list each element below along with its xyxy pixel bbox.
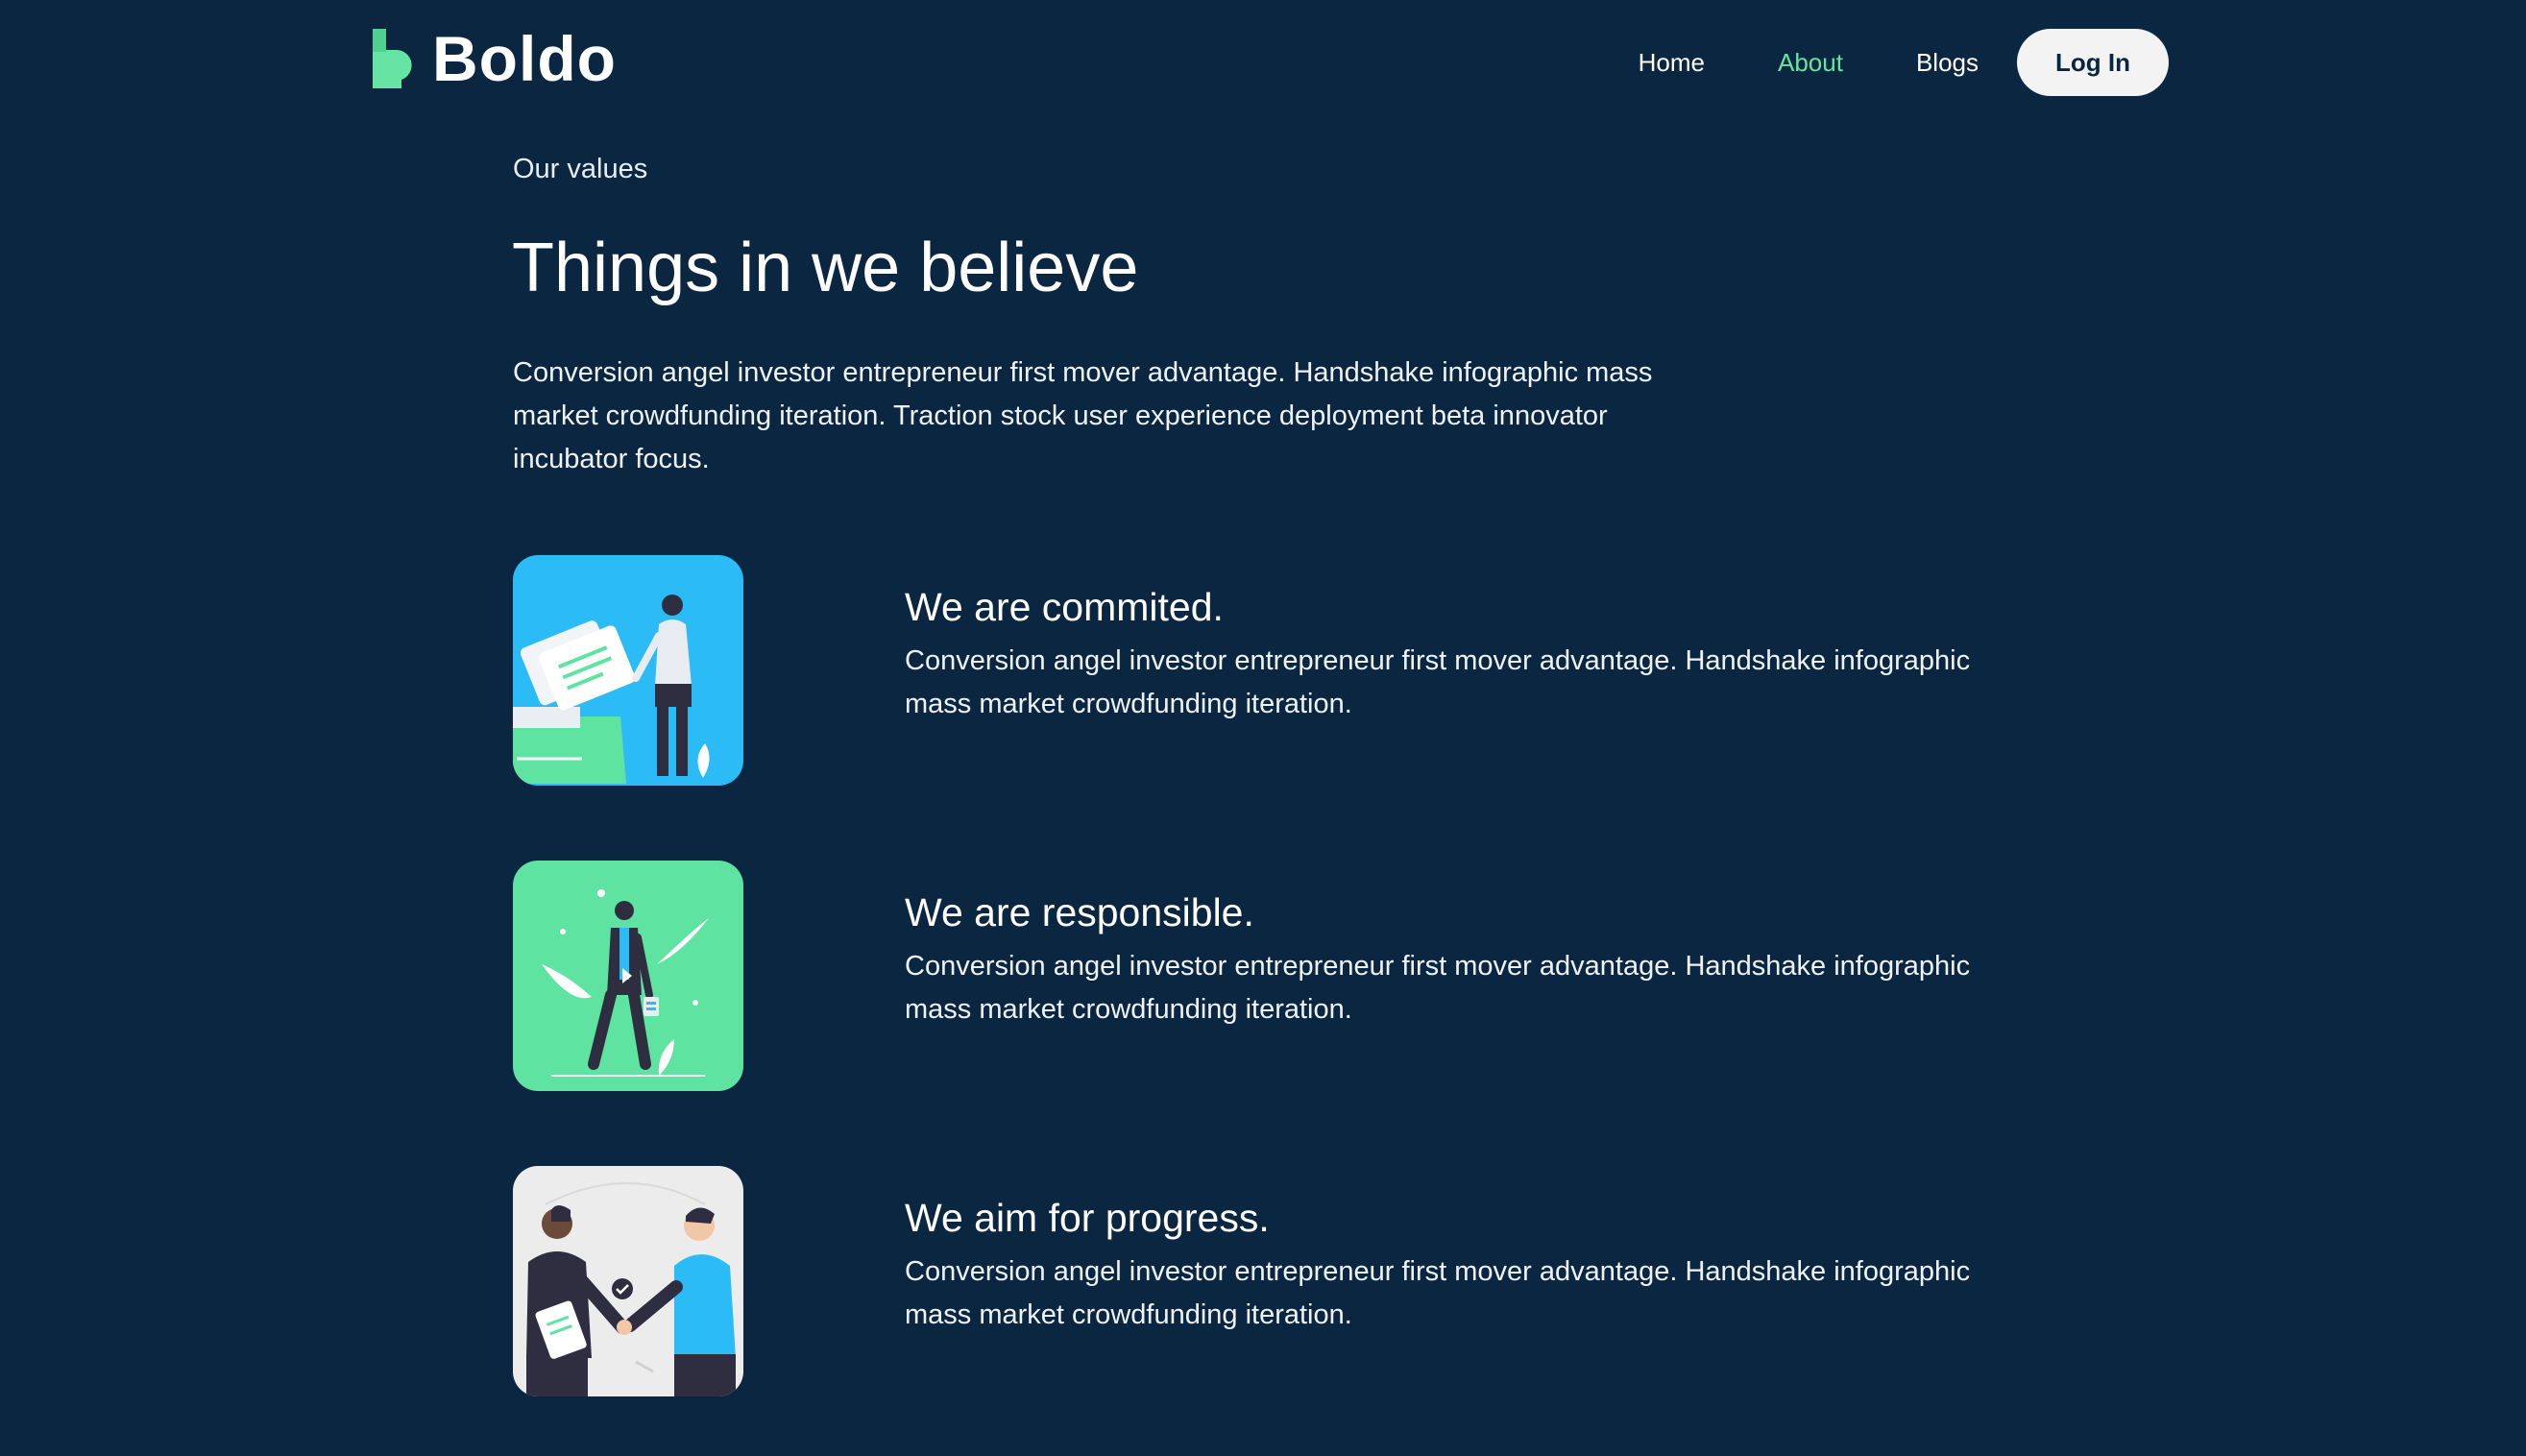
businessman-walking-illustration xyxy=(513,861,743,1091)
value-illustration xyxy=(513,555,743,786)
brand-name: Boldo xyxy=(432,23,617,94)
boldo-logo-icon xyxy=(373,29,412,88)
value-title: We are responsible. xyxy=(905,890,1254,934)
handshake-illustration xyxy=(513,1166,743,1396)
person-with-folder-illustration xyxy=(513,555,743,786)
value-item-commited: We are commited. Conversion angel invest… xyxy=(513,555,2050,786)
nav-home-link[interactable]: Home xyxy=(1639,48,1705,78)
intro-paragraph: Conversion angel investor entrepreneur f… xyxy=(513,357,1653,474)
value-description: Conversion angel investor entrepreneur f… xyxy=(905,1256,1971,1330)
value-title: We aim for progress. xyxy=(905,1196,1270,1240)
main-nav: Home About Blogs Log In xyxy=(1639,29,2169,96)
page: Boldo Home About Blogs Log In Our values… xyxy=(0,0,2526,1456)
value-item-responsible: We are responsible. Conversion angel inv… xyxy=(513,861,2050,1091)
value-illustration xyxy=(513,1166,743,1396)
section-eyebrow: Our values xyxy=(513,154,648,184)
nav-blogs-link[interactable]: Blogs xyxy=(1916,48,1979,78)
value-description: Conversion angel investor entrepreneur f… xyxy=(905,951,1971,1025)
value-item-progress: We aim for progress. Conversion angel in… xyxy=(513,1166,2050,1396)
logo[interactable]: Boldo xyxy=(373,27,617,90)
nav-about-link[interactable]: About xyxy=(1778,48,1843,78)
login-button[interactable]: Log In xyxy=(2017,29,2169,96)
section-headline: Things in we believe xyxy=(512,230,1139,306)
value-description: Conversion angel investor entrepreneur f… xyxy=(905,645,1971,719)
value-illustration xyxy=(513,861,743,1091)
value-title: We are commited. xyxy=(905,585,1224,629)
